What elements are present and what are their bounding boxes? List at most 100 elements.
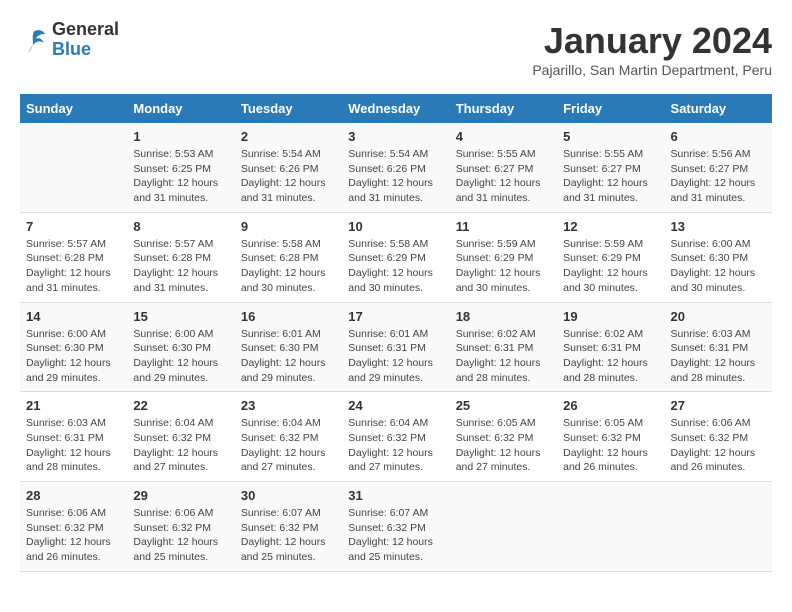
day-number: 14 bbox=[26, 309, 121, 324]
day-number: 23 bbox=[241, 398, 336, 413]
calendar-cell: 27 Sunrise: 6:06 AMSunset: 6:32 PMDayligh… bbox=[665, 392, 772, 482]
calendar-cell: 22 Sunrise: 6:04 AMSunset: 6:32 PMDayligh… bbox=[127, 392, 234, 482]
calendar-cell: 21 Sunrise: 6:03 AMSunset: 6:31 PMDayligh… bbox=[20, 392, 127, 482]
calendar-header: Sunday Monday Tuesday Wednesday Thursday… bbox=[20, 94, 772, 123]
logo: General Blue bbox=[20, 20, 119, 60]
day-info: Sunrise: 6:00 AMSunset: 6:30 PMDaylight:… bbox=[26, 327, 121, 386]
day-info: Sunrise: 5:57 AMSunset: 6:28 PMDaylight:… bbox=[26, 237, 121, 296]
day-number: 2 bbox=[241, 129, 336, 144]
day-info: Sunrise: 6:05 AMSunset: 6:32 PMDaylight:… bbox=[563, 416, 658, 475]
day-number: 3 bbox=[348, 129, 443, 144]
calendar-cell: 23Sunrise: 6:04 AMSunset: 6:32 PMDayligh… bbox=[235, 392, 342, 482]
calendar-cell bbox=[557, 482, 664, 572]
calendar-cell: 10Sunrise: 5:58 AMSunset: 6:29 PMDayligh… bbox=[342, 212, 449, 302]
day-number: 5 bbox=[563, 129, 658, 144]
calendar-cell: 19 Sunrise: 6:02 AMSunset: 6:31 PMDayligh… bbox=[557, 302, 664, 392]
day-info: Sunrise: 6:02 AMSunset: 6:31 PMDaylight:… bbox=[456, 327, 551, 386]
col-saturday: Saturday bbox=[665, 94, 772, 123]
day-number: 12 bbox=[563, 219, 658, 234]
day-number: 29 bbox=[133, 488, 228, 503]
day-info: Sunrise: 6:06 AMSunset: 6:32 PMDaylight:… bbox=[671, 416, 766, 475]
calendar-cell: 1 Sunrise: 5:53 AMSunset: 6:25 PMDaylight… bbox=[127, 123, 234, 212]
title-block: January 2024 Pajarillo, San Martin Depar… bbox=[532, 20, 772, 78]
calendar-row: 28Sunrise: 6:06 AMSunset: 6:32 PMDayligh… bbox=[20, 482, 772, 572]
day-info: Sunrise: 6:06 AMSunset: 6:32 PMDaylight:… bbox=[133, 506, 228, 565]
calendar-row: 21 Sunrise: 6:03 AMSunset: 6:31 PMDayligh… bbox=[20, 392, 772, 482]
day-number: 21 bbox=[26, 398, 121, 413]
day-number: 25 bbox=[456, 398, 551, 413]
logo-general: General bbox=[52, 20, 119, 40]
day-number: 22 bbox=[133, 398, 228, 413]
day-info: Sunrise: 6:00 AMSunset: 6:30 PMDaylight:… bbox=[671, 237, 766, 296]
day-info: Sunrise: 6:04 AMSunset: 6:32 PMDaylight:… bbox=[133, 416, 228, 475]
calendar-body: 1 Sunrise: 5:53 AMSunset: 6:25 PMDaylight… bbox=[20, 123, 772, 571]
calendar-cell: 25 Sunrise: 6:05 AMSunset: 6:32 PMDayligh… bbox=[450, 392, 557, 482]
month-title: January 2024 bbox=[532, 20, 772, 62]
day-info: Sunrise: 5:54 AMSunset: 6:26 PMDaylight:… bbox=[348, 147, 443, 206]
day-number: 19 bbox=[563, 309, 658, 324]
day-info: Sunrise: 6:04 AMSunset: 6:32 PMDaylight:… bbox=[348, 416, 443, 475]
day-info: Sunrise: 6:01 AMSunset: 6:31 PMDaylight:… bbox=[348, 327, 443, 386]
day-number: 4 bbox=[456, 129, 551, 144]
day-number: 11 bbox=[456, 219, 551, 234]
location: Pajarillo, San Martin Department, Peru bbox=[532, 62, 772, 78]
day-number: 13 bbox=[671, 219, 766, 234]
calendar-cell: 6Sunrise: 5:56 AMSunset: 6:27 PMDaylight… bbox=[665, 123, 772, 212]
calendar-cell: 14 Sunrise: 6:00 AMSunset: 6:30 PMDayligh… bbox=[20, 302, 127, 392]
day-info: Sunrise: 5:57 AMSunset: 6:28 PMDaylight:… bbox=[133, 237, 228, 296]
day-info: Sunrise: 6:02 AMSunset: 6:31 PMDaylight:… bbox=[563, 327, 658, 386]
calendar-cell: 8 Sunrise: 5:57 AMSunset: 6:28 PMDaylight… bbox=[127, 212, 234, 302]
calendar-cell bbox=[665, 482, 772, 572]
calendar-cell: 12 Sunrise: 5:59 AMSunset: 6:29 PMDayligh… bbox=[557, 212, 664, 302]
page-header: General Blue January 2024 Pajarillo, San… bbox=[20, 20, 772, 78]
calendar-cell bbox=[450, 482, 557, 572]
calendar-cell: 13 Sunrise: 6:00 AMSunset: 6:30 PMDayligh… bbox=[665, 212, 772, 302]
calendar-row: 1 Sunrise: 5:53 AMSunset: 6:25 PMDaylight… bbox=[20, 123, 772, 212]
day-info: Sunrise: 6:07 AMSunset: 6:32 PMDaylight:… bbox=[348, 506, 443, 565]
calendar-cell: 28Sunrise: 6:06 AMSunset: 6:32 PMDayligh… bbox=[20, 482, 127, 572]
calendar-cell: 3 Sunrise: 5:54 AMSunset: 6:26 PMDaylight… bbox=[342, 123, 449, 212]
col-wednesday: Wednesday bbox=[342, 94, 449, 123]
day-info: Sunrise: 5:55 AMSunset: 6:27 PMDaylight:… bbox=[456, 147, 551, 206]
calendar-cell: 29 Sunrise: 6:06 AMSunset: 6:32 PMDayligh… bbox=[127, 482, 234, 572]
day-number: 26 bbox=[563, 398, 658, 413]
col-thursday: Thursday bbox=[450, 94, 557, 123]
day-info: Sunrise: 5:56 AMSunset: 6:27 PMDaylight:… bbox=[671, 147, 766, 206]
day-number: 30 bbox=[241, 488, 336, 503]
col-sunday: Sunday bbox=[20, 94, 127, 123]
day-info: Sunrise: 5:53 AMSunset: 6:25 PMDaylight:… bbox=[133, 147, 228, 206]
day-info: Sunrise: 5:59 AMSunset: 6:29 PMDaylight:… bbox=[456, 237, 551, 296]
day-number: 1 bbox=[133, 129, 228, 144]
day-info: Sunrise: 6:06 AMSunset: 6:32 PMDaylight:… bbox=[26, 506, 121, 565]
calendar-cell: 11 Sunrise: 5:59 AMSunset: 6:29 PMDayligh… bbox=[450, 212, 557, 302]
day-info: Sunrise: 6:01 AMSunset: 6:30 PMDaylight:… bbox=[241, 327, 336, 386]
calendar-cell: 4 Sunrise: 5:55 AMSunset: 6:27 PMDaylight… bbox=[450, 123, 557, 212]
col-friday: Friday bbox=[557, 94, 664, 123]
day-number: 15 bbox=[133, 309, 228, 324]
col-tuesday: Tuesday bbox=[235, 94, 342, 123]
calendar-cell: 2Sunrise: 5:54 AMSunset: 6:26 PMDaylight… bbox=[235, 123, 342, 212]
day-number: 8 bbox=[133, 219, 228, 234]
day-number: 9 bbox=[241, 219, 336, 234]
day-info: Sunrise: 5:59 AMSunset: 6:29 PMDaylight:… bbox=[563, 237, 658, 296]
day-info: Sunrise: 5:55 AMSunset: 6:27 PMDaylight:… bbox=[563, 147, 658, 206]
day-info: Sunrise: 6:03 AMSunset: 6:31 PMDaylight:… bbox=[26, 416, 121, 475]
calendar-cell: 30Sunrise: 6:07 AMSunset: 6:32 PMDayligh… bbox=[235, 482, 342, 572]
day-number: 27 bbox=[671, 398, 766, 413]
day-number: 16 bbox=[241, 309, 336, 324]
calendar-cell: 20Sunrise: 6:03 AMSunset: 6:31 PMDayligh… bbox=[665, 302, 772, 392]
day-info: Sunrise: 5:58 AMSunset: 6:29 PMDaylight:… bbox=[348, 237, 443, 296]
day-number: 24 bbox=[348, 398, 443, 413]
logo-blue: Blue bbox=[52, 40, 119, 60]
header-row: Sunday Monday Tuesday Wednesday Thursday… bbox=[20, 94, 772, 123]
calendar-cell: 17 Sunrise: 6:01 AMSunset: 6:31 PMDayligh… bbox=[342, 302, 449, 392]
day-number: 18 bbox=[456, 309, 551, 324]
col-monday: Monday bbox=[127, 94, 234, 123]
calendar-cell: 9Sunrise: 5:58 AMSunset: 6:28 PMDaylight… bbox=[235, 212, 342, 302]
calendar-cell: 5 Sunrise: 5:55 AMSunset: 6:27 PMDaylight… bbox=[557, 123, 664, 212]
day-number: 17 bbox=[348, 309, 443, 324]
calendar-cell: 26 Sunrise: 6:05 AMSunset: 6:32 PMDayligh… bbox=[557, 392, 664, 482]
calendar-row: 14 Sunrise: 6:00 AMSunset: 6:30 PMDayligh… bbox=[20, 302, 772, 392]
calendar-cell: 7Sunrise: 5:57 AMSunset: 6:28 PMDaylight… bbox=[20, 212, 127, 302]
day-info: Sunrise: 6:05 AMSunset: 6:32 PMDaylight:… bbox=[456, 416, 551, 475]
